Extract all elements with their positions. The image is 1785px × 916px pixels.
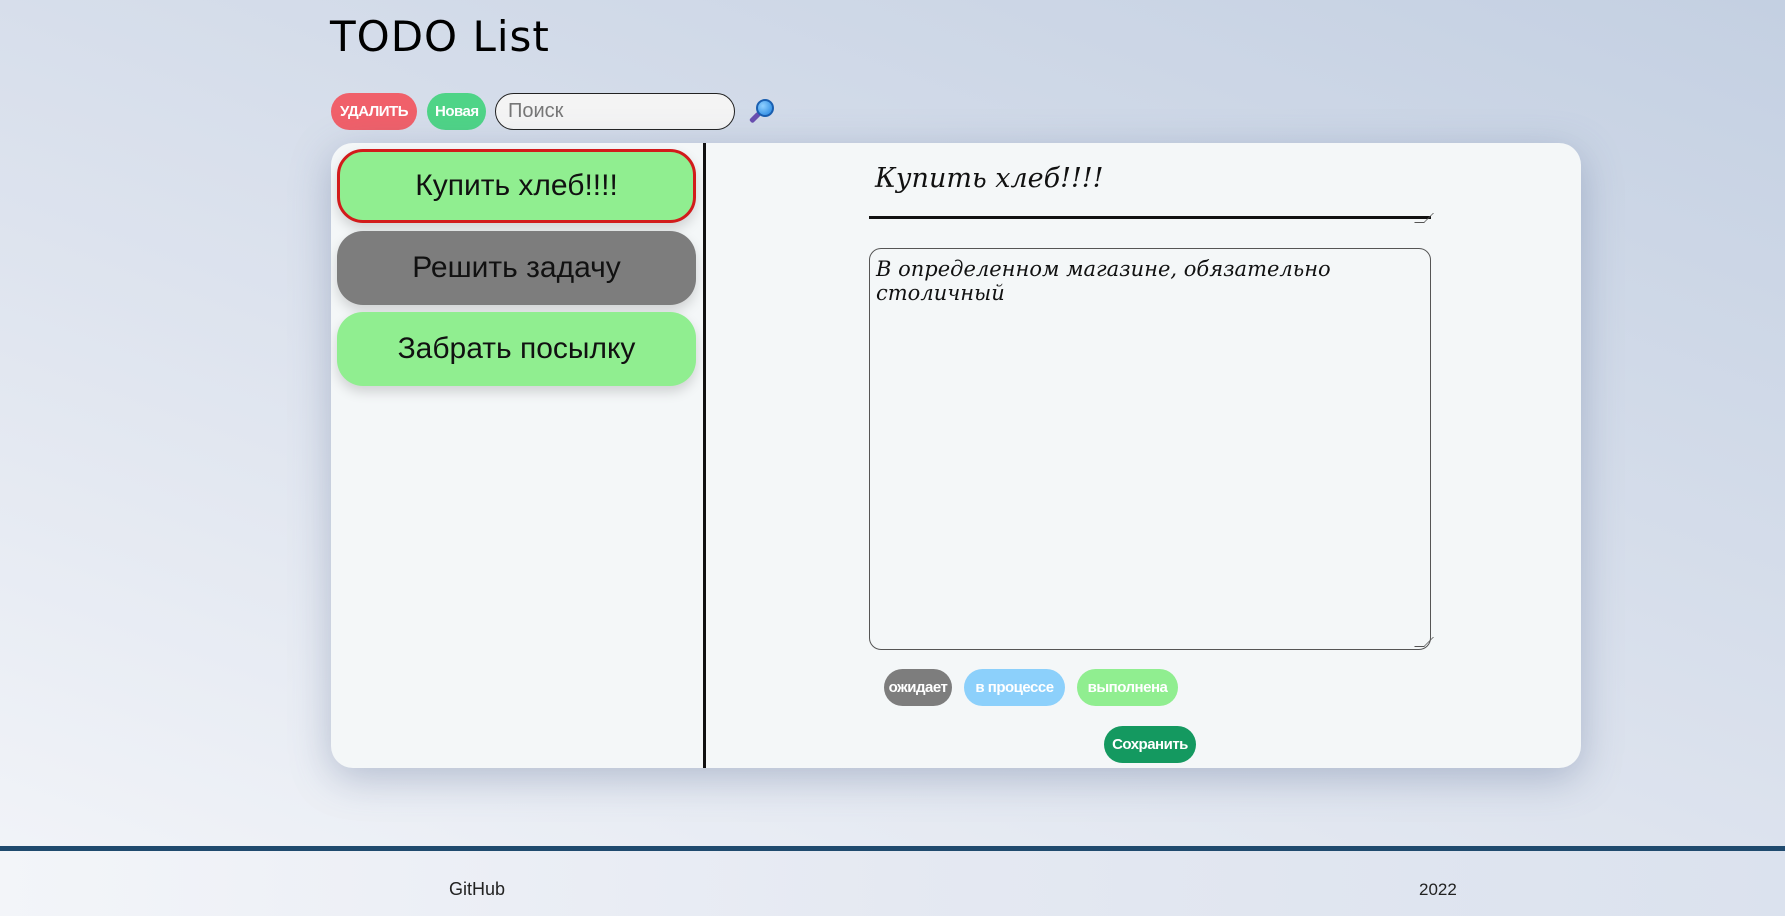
task-item-label: Забрать посылку (397, 332, 636, 365)
search-icon[interactable] (748, 98, 774, 125)
status-done-button[interactable]: выполнена (1077, 669, 1178, 706)
new-task-button[interactable]: Новая (427, 93, 486, 130)
status-buttons: ожидает в процессе выполнена (331, 669, 1581, 706)
toolbar: УДАЛИТЬ Новая (331, 93, 774, 130)
footer-year: 2022 (1419, 880, 1457, 899)
delete-button[interactable]: УДАЛИТЬ (331, 93, 417, 130)
task-item-label: Решить задачу (412, 251, 621, 284)
task-item-label: Купить хлеб!!!! (415, 169, 618, 202)
task-item[interactable]: Купить хлеб!!!! (337, 149, 696, 223)
github-link[interactable]: GitHub (449, 879, 505, 900)
footer: GitHub 2022 (0, 846, 1785, 916)
task-item[interactable]: Решить задачу (337, 231, 696, 305)
search-input[interactable] (495, 93, 735, 130)
status-in-progress-button[interactable]: в процессе (964, 669, 1065, 706)
page-title: TODO List (330, 12, 550, 61)
task-item[interactable]: Забрать посылку (337, 312, 696, 386)
main-panel: Купить хлеб!!!! Решить задачу Забрать по… (331, 143, 1581, 768)
status-waiting-button[interactable]: ожидает (884, 669, 952, 706)
task-description-field[interactable]: В определенном магазине, обязательно сто… (869, 248, 1431, 650)
task-title-field[interactable]: Купить хлеб!!!! (869, 159, 1431, 219)
save-button[interactable]: Сохранить (1104, 726, 1196, 763)
